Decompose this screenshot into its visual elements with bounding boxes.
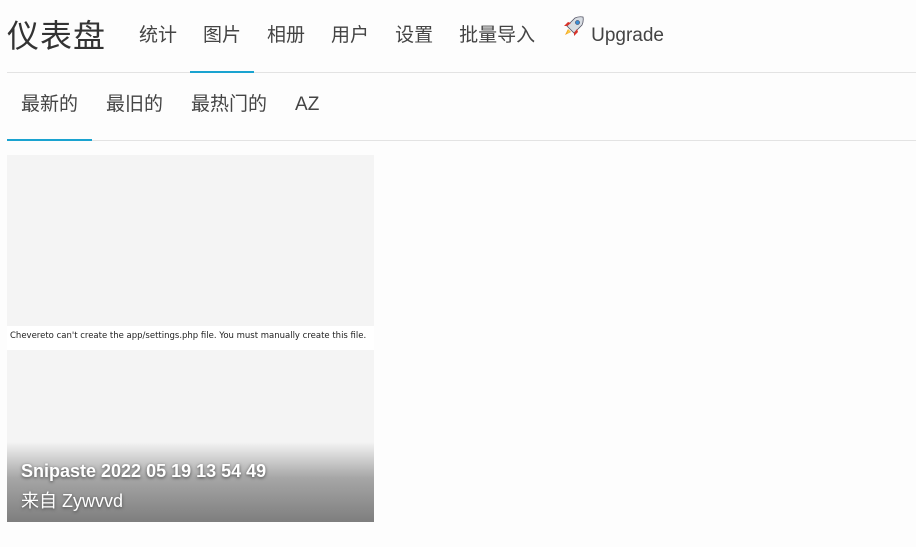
image-author[interactable]: 来自 Zywvvd xyxy=(21,487,123,513)
nav-item-images[interactable]: 图片 xyxy=(190,0,255,73)
tab-newest[interactable]: 最新的 xyxy=(7,72,93,141)
sort-tabs: 最新的 最旧的 最热门的 AZ xyxy=(7,72,916,141)
tab-az[interactable]: AZ xyxy=(281,72,333,140)
thumbnail-image: Chevereto can't create the app/settings.… xyxy=(7,326,374,350)
tab-oldest[interactable]: 最旧的 xyxy=(92,72,177,140)
nav-item-upgrade[interactable]: Upgrade xyxy=(548,0,677,72)
image-title[interactable]: Snipaste 2022 05 19 13 54 49 xyxy=(21,461,266,482)
upgrade-label: Upgrade xyxy=(591,25,664,46)
card-caption-overlay: Snipaste 2022 05 19 13 54 49 来自 Zywvvd xyxy=(7,442,374,522)
nav-item-bulk-import[interactable]: 批量导入 xyxy=(446,0,548,72)
nav-item-stats[interactable]: 统计 xyxy=(126,0,190,72)
sort-bar: 最新的 最旧的 最热门的 AZ xyxy=(7,72,916,141)
thumbnail-text: Chevereto can't create the app/settings.… xyxy=(10,331,367,341)
dashboard-title: 仪表盘 xyxy=(7,18,107,54)
nav-item-users[interactable]: 用户 xyxy=(318,0,382,72)
main-nav: 统计 图片 相册 用户 设置 批量导入 Upgrade xyxy=(126,0,677,73)
tab-most-popular[interactable]: 最热门的 xyxy=(177,72,281,140)
top-navigation-bar: 仪表盘 统计 图片 相册 用户 设置 批量导入 Upgrade xyxy=(7,0,916,73)
nav-item-albums[interactable]: 相册 xyxy=(254,0,318,72)
nav-item-settings[interactable]: 设置 xyxy=(382,0,446,72)
rocket-icon xyxy=(561,0,585,70)
dashboard-page: 仪表盘 统计 图片 相册 用户 设置 批量导入 Upgrade 最新的 最旧的 … xyxy=(0,0,916,547)
image-card[interactable]: Chevereto can't create the app/settings.… xyxy=(7,155,374,522)
